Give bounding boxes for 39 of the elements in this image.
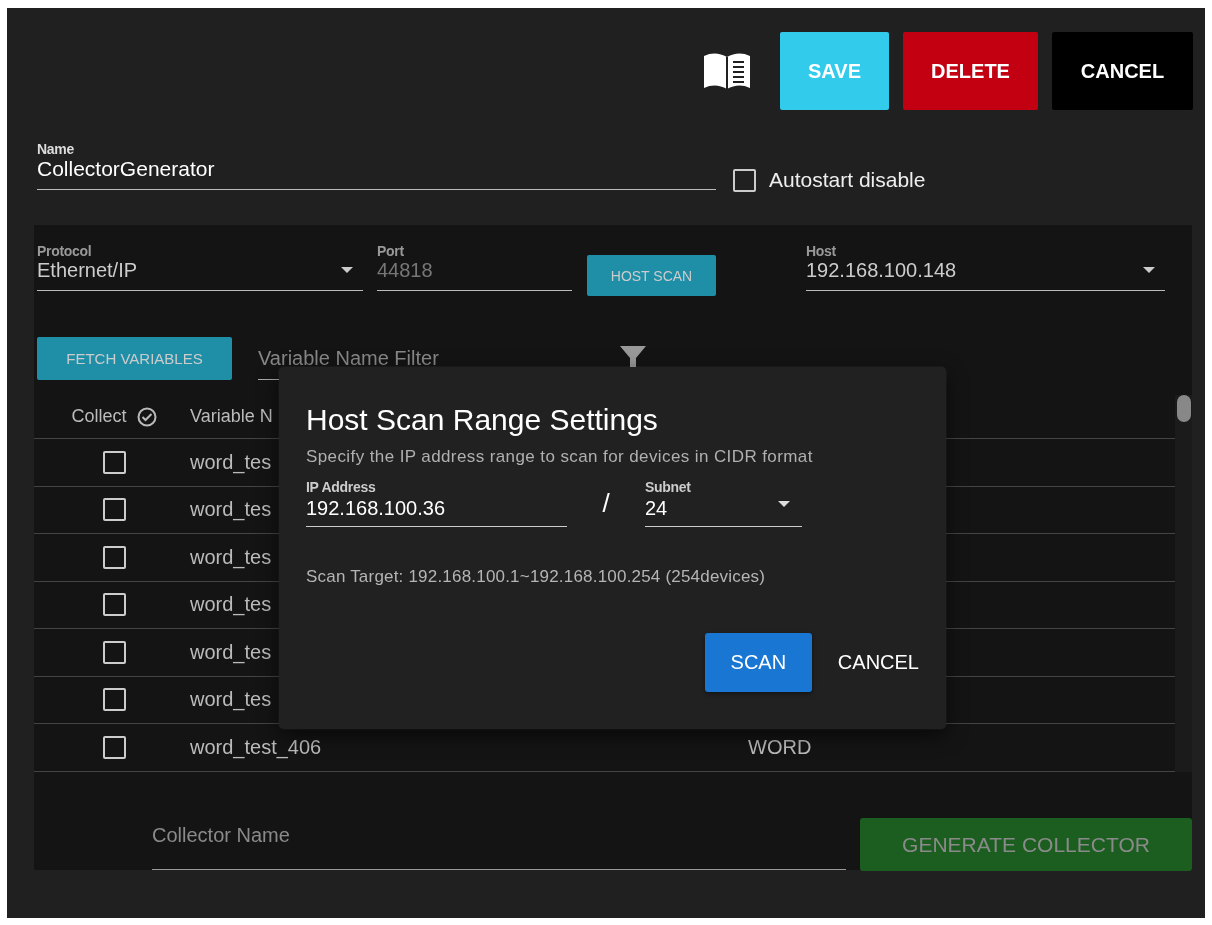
separator-slash: /	[601, 488, 611, 519]
checkbox[interactable]	[102, 735, 126, 759]
book-icon[interactable]	[702, 50, 752, 92]
scan-button[interactable]: SCAN	[704, 633, 812, 692]
checkbox[interactable]	[102, 640, 126, 664]
protocol-dropdown[interactable]: Protocol Ethernet/IP	[37, 243, 363, 291]
variable-name: word_tes	[190, 450, 272, 473]
scrollbar-thumb[interactable]	[1177, 395, 1191, 422]
dialog-description: Specify the IP address range to scan for devices in CIDR format	[306, 447, 813, 467]
name-field[interactable]: Name CollectorGenerator	[37, 141, 716, 190]
cancel-button[interactable]: CANCEL	[825, 633, 919, 692]
column-header: Variable N	[190, 406, 273, 427]
dialog-title: Host Scan Range Settings	[306, 403, 658, 437]
checkbox[interactable]	[102, 593, 126, 617]
dropdown-caret-icon	[341, 267, 353, 273]
variable-name: word_tes	[190, 593, 272, 616]
cancel-button[interactable]: CANCEL	[1052, 32, 1193, 110]
checkbox[interactable]	[102, 545, 126, 569]
subnet-dropdown[interactable]: Subnet 24	[645, 479, 802, 527]
variable-name: word_tes	[190, 498, 272, 521]
variable-name: word_tes	[190, 640, 272, 663]
scan-target-text: Scan Target: 192.168.100.1~192.168.100.254 (254devices)	[306, 567, 766, 587]
dropdown-caret-icon	[778, 501, 790, 507]
ip-address-field[interactable]: IP Address 192.168.100.36	[306, 479, 567, 527]
check-circle-icon	[136, 406, 157, 427]
collector-name-field[interactable]: Collector Name	[152, 824, 846, 870]
checkbox[interactable]	[733, 168, 756, 192]
delete-button[interactable]: DELETE	[903, 32, 1038, 110]
checkbox-label: Autostart disable	[769, 168, 926, 192]
column-header: Collect	[71, 406, 127, 427]
checkbox[interactable]	[102, 450, 126, 474]
variable-type: WORD	[748, 735, 812, 759]
checkbox[interactable]	[102, 498, 126, 522]
variable-name: word_tes	[190, 545, 272, 568]
checkbox[interactable]	[102, 688, 126, 712]
host-dropdown[interactable]: Host 192.168.100.148	[806, 243, 1165, 291]
variable-name: word_tes	[190, 688, 272, 711]
dropdown-caret-icon	[1143, 267, 1155, 273]
variable-name: word_test_406	[190, 735, 322, 758]
